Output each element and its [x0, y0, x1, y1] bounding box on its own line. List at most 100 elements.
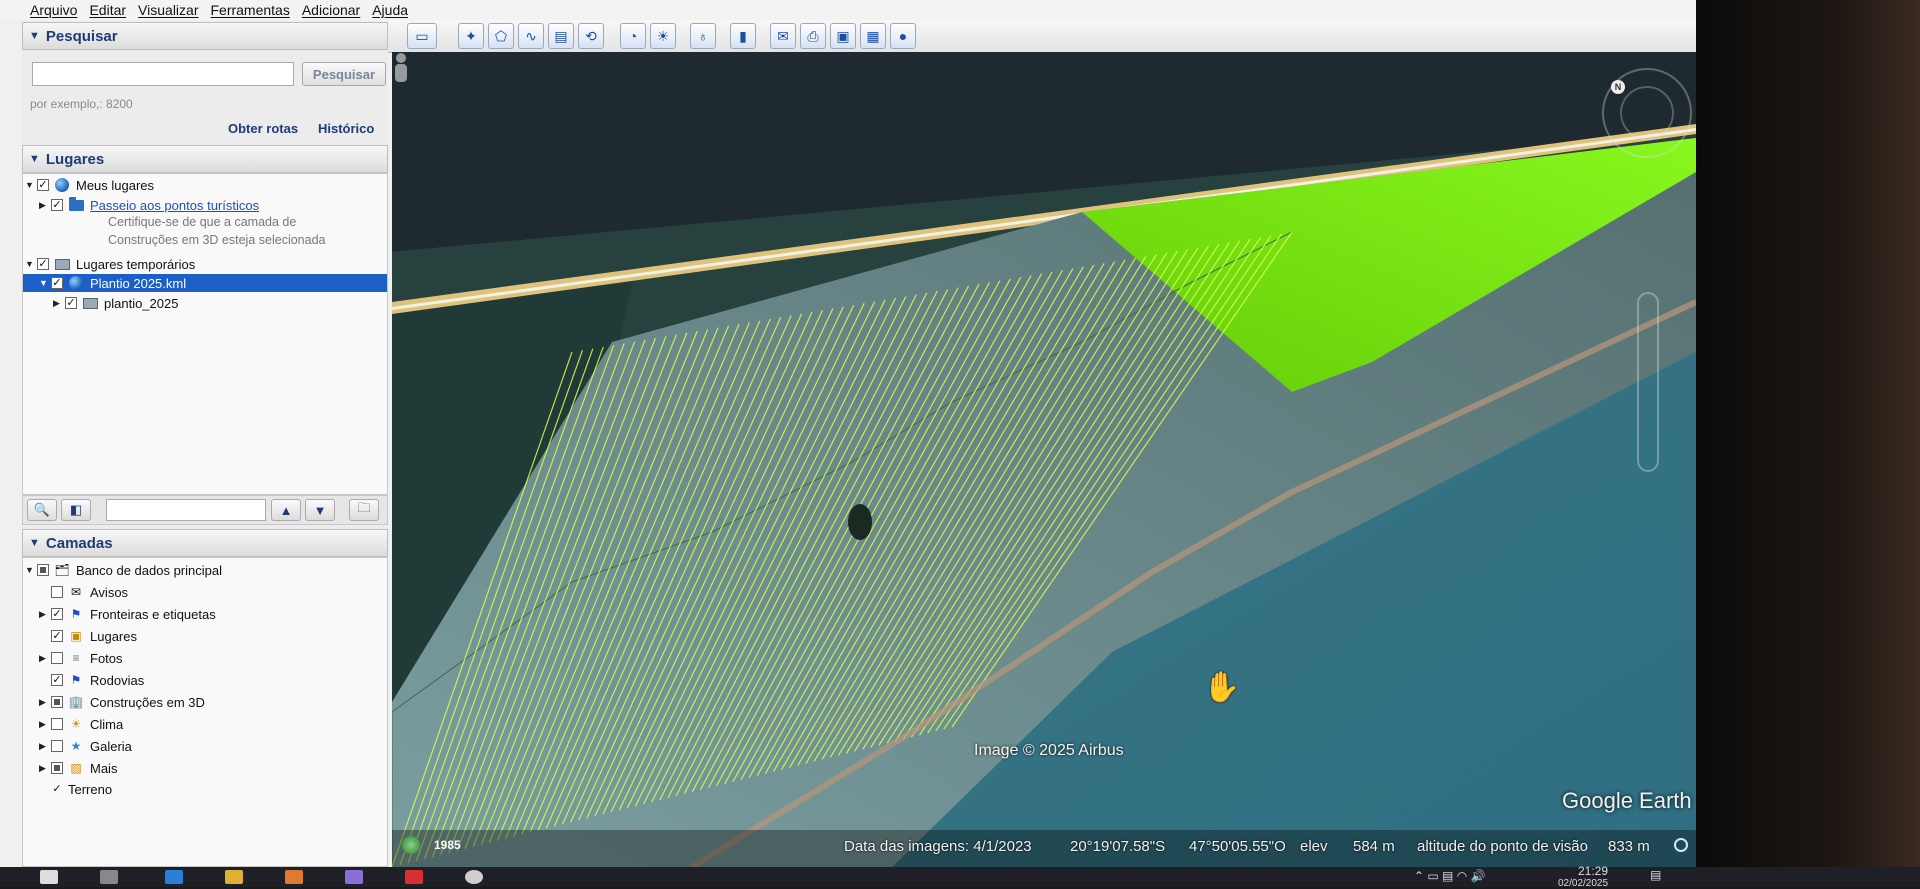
menu-arquivo[interactable]: Arquivo	[30, 2, 77, 18]
checkbox[interactable]	[37, 564, 49, 576]
tree-row-kml[interactable]: ▼ ✓ Plantio 2025.kml	[23, 274, 387, 292]
search-panel-header[interactable]: ▼ Pesquisar	[22, 22, 388, 50]
new-folder-icon[interactable]: 🗀	[349, 499, 379, 521]
layer-row[interactable]: ▶ ▧ Mais	[39, 759, 117, 777]
placemark-icon[interactable]: ✦	[458, 23, 484, 49]
tree-row-temp-places[interactable]: ▼ ✓ Lugares temporários	[25, 255, 195, 273]
email-icon[interactable]: ✉	[770, 23, 796, 49]
layers-panel-header[interactable]: ▼ Camadas	[22, 529, 388, 557]
imagery-year: 1985	[434, 838, 461, 852]
google-earth-taskbar-icon[interactable]	[465, 870, 483, 884]
earth-gallery-icon[interactable]: ●	[890, 23, 916, 49]
expand-icon[interactable]: ▶	[39, 697, 51, 708]
checkbox[interactable]	[51, 586, 63, 598]
layer-row[interactable]: ▼ 🗂 Banco de dados principal	[25, 561, 222, 579]
expand-icon[interactable]: ▶	[39, 741, 51, 752]
checkbox[interactable]: ✓	[51, 783, 63, 795]
history-imagery-icon[interactable]: ◔	[620, 23, 646, 49]
checkbox[interactable]: ✓	[37, 258, 49, 270]
tour-record-icon[interactable]: ⟲	[578, 23, 604, 49]
search-places-icon[interactable]: 🔍	[27, 499, 57, 521]
checkbox[interactable]: ✓	[51, 674, 63, 686]
layer-label: Galeria	[90, 738, 132, 754]
navigation-compass[interactable]: N	[1602, 68, 1692, 158]
zoom-slider[interactable]	[1637, 292, 1659, 472]
polygon-icon[interactable]: ⬠	[488, 23, 514, 49]
checkbox[interactable]: ✓	[51, 630, 63, 642]
checkbox[interactable]	[51, 718, 63, 730]
checkbox[interactable]: ✓	[51, 608, 63, 620]
layer-row[interactable]: ✓ ▣ Lugares	[39, 627, 137, 645]
maps-icon[interactable]: ▦	[860, 23, 886, 49]
sidebar-toggle-icon[interactable]: ▭	[407, 23, 437, 49]
menu-adicionar[interactable]: Adicionar	[302, 2, 360, 18]
explorer-icon[interactable]	[225, 870, 243, 884]
path-icon[interactable]: ∿	[518, 23, 544, 49]
planets-icon[interactable]: ♁	[690, 23, 716, 49]
layer-row[interactable]: ▶ 🏢 Construções em 3D	[39, 693, 205, 711]
taskview-icon[interactable]	[100, 870, 118, 884]
tree-label: plantio_2025	[104, 295, 179, 311]
panel-toggle-icon[interactable]: ◧	[61, 499, 91, 521]
layer-row[interactable]: ▶ ★ Galeria	[39, 737, 132, 755]
tour-link[interactable]: Passeio aos pontos turísticos	[90, 198, 259, 213]
expand-icon[interactable]: ▶	[53, 298, 65, 309]
history-link[interactable]: Histórico	[318, 121, 374, 136]
earth-3d-view[interactable]: N ✋ Image © 2025 Airbus Google Earth 198…	[392, 52, 1696, 867]
checkbox[interactable]: ✓	[65, 297, 77, 309]
app-icon[interactable]	[405, 870, 423, 884]
expand-icon[interactable]: ▶	[39, 653, 51, 664]
expand-icon[interactable]: ▼	[39, 278, 51, 288]
search-input[interactable]	[32, 62, 294, 86]
checkbox[interactable]: ✓	[37, 179, 49, 191]
tree-row-my-places[interactable]: ▼ ✓ Meus lugares	[25, 176, 154, 194]
app-icon[interactable]	[345, 870, 363, 884]
tree-row-tour[interactable]: ▶ ✓ Passeio aos pontos turísticos	[39, 196, 259, 214]
menu-visualizar[interactable]: Visualizar	[138, 2, 198, 18]
notifications-icon[interactable]: ▤	[1650, 868, 1661, 882]
tree-row-plantio-folder[interactable]: ▶ ✓ plantio_2025	[53, 294, 178, 312]
places-panel-header[interactable]: ▼ Lugares	[22, 145, 388, 173]
app-icon[interactable]	[285, 870, 303, 884]
move-down-icon[interactable]: ▼	[305, 499, 335, 521]
folder-open-icon	[82, 296, 98, 310]
checkbox[interactable]: ✓	[51, 199, 63, 211]
checkbox[interactable]	[51, 762, 63, 774]
overlay-icon[interactable]: ▤	[548, 23, 574, 49]
layer-row[interactable]: ▶ ≡ Fotos	[39, 649, 123, 667]
edge-icon[interactable]	[165, 870, 183, 884]
menu-ferramentas[interactable]: Ferramentas	[210, 2, 289, 18]
layer-row[interactable]: ✓ Terreno	[39, 780, 112, 798]
layer-row[interactable]: ✉ Avisos	[39, 583, 128, 601]
expand-icon[interactable]: ▶	[39, 763, 51, 774]
expand-icon[interactable]: ▼	[25, 259, 37, 269]
expand-icon[interactable]: ▼	[25, 180, 37, 190]
north-icon[interactable]: N	[1611, 80, 1625, 94]
checkbox[interactable]	[51, 740, 63, 752]
ruler-icon[interactable]: ▮	[730, 23, 756, 49]
expand-icon[interactable]: ▼	[25, 565, 37, 575]
look-ring[interactable]	[1620, 86, 1674, 140]
start-icon[interactable]	[40, 870, 58, 884]
get-directions-link[interactable]: Obter rotas	[228, 121, 298, 136]
expand-icon[interactable]: ▶	[39, 719, 51, 730]
move-up-icon[interactable]: ▲	[271, 499, 301, 521]
checkbox[interactable]	[51, 696, 63, 708]
layer-row[interactable]: ▶ ☀ Clima	[39, 715, 123, 733]
expand-icon[interactable]: ▶	[39, 200, 51, 211]
pegman-icon[interactable]	[392, 52, 410, 92]
places-filter-input[interactable]	[106, 499, 266, 521]
menu-editar[interactable]: Editar	[89, 2, 126, 18]
tray-icons[interactable]: ⌃ ▭ ▤ ◠ 🔊	[1414, 869, 1485, 883]
print-icon[interactable]: ⎙	[800, 23, 826, 49]
expand-icon[interactable]: ▶	[39, 609, 51, 620]
menu-ajuda[interactable]: Ajuda	[372, 2, 408, 18]
sunlight-icon[interactable]: ☀	[650, 23, 676, 49]
historical-imagery-icon[interactable]	[402, 836, 420, 854]
save-image-icon[interactable]: ▣	[830, 23, 856, 49]
checkbox[interactable]: ✓	[51, 277, 63, 289]
search-button[interactable]: Pesquisar	[302, 62, 386, 86]
layer-row[interactable]: ▶ ✓ ⚑ Fronteiras e etiquetas	[39, 605, 216, 623]
layer-row[interactable]: ✓ ⚑ Rodovias	[39, 671, 144, 689]
checkbox[interactable]	[51, 652, 63, 664]
